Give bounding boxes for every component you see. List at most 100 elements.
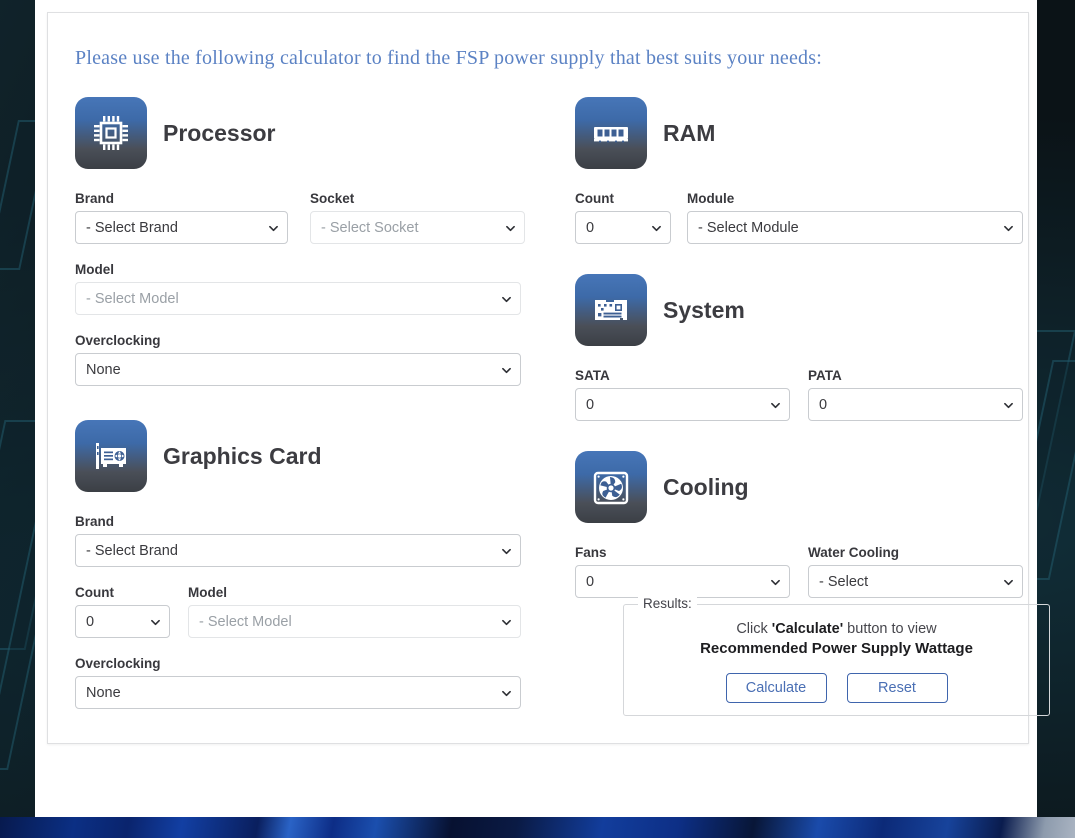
results-panel: Results: Click 'Calculate' button to vie… <box>623 596 1050 716</box>
power-supply-calculator-card: Please use the following calculator to f… <box>47 12 1050 744</box>
graphics-card-model-select[interactable]: - Select Model <box>188 605 521 638</box>
results-line1-strong: 'Calculate' <box>771 621 844 637</box>
results-line1-suffix: button to view <box>843 621 937 637</box>
cooling-water-label: Water Cooling <box>808 545 899 560</box>
processor-socket-label: Socket <box>310 191 355 206</box>
results-legend: Results: <box>638 596 697 611</box>
processor-socket-field: Socket - Select Socket <box>310 191 525 244</box>
ram-module-select[interactable]: - Select Module <box>687 211 1023 244</box>
chevron-down-icon <box>502 295 511 304</box>
memory-stick-icon <box>575 97 647 169</box>
processor-brand-value: - Select Brand <box>86 219 178 236</box>
processor-model-field: Model - Select Model <box>75 262 521 315</box>
chevron-down-icon <box>502 366 511 375</box>
processor-brand-select[interactable]: - Select Brand <box>75 211 288 244</box>
graphics-card-overclocking-label: Overclocking <box>75 656 161 671</box>
processor-overclocking-select[interactable]: None <box>75 353 521 386</box>
system-pata-label: PATA <box>808 368 842 383</box>
chevron-down-icon <box>1004 224 1013 233</box>
chevron-down-icon <box>502 689 511 698</box>
processor-section-header: Processor <box>75 97 535 169</box>
processor-socket-select[interactable]: - Select Socket <box>310 211 525 244</box>
graphics-card-model-value: - Select Model <box>199 613 292 630</box>
graphics-card-section-header: Graphics Card <box>75 420 535 492</box>
graphics-card-count-value: 0 <box>86 613 95 630</box>
left-column: Processor Brand - Select Brand Socket - <box>75 97 535 709</box>
chevron-down-icon <box>506 224 515 233</box>
graphics-card-brand-field: Brand - Select Brand <box>75 514 521 567</box>
ram-module-value: - Select Module <box>698 219 799 236</box>
graphics-card-brand-label: Brand <box>75 514 115 529</box>
cooling-fans-value: 0 <box>586 573 595 590</box>
graphics-card-brand-select[interactable]: - Select Brand <box>75 534 521 567</box>
graphics-card-count-select[interactable]: 0 <box>75 605 170 638</box>
system-section-header: System <box>575 274 1035 346</box>
graphics-card-count-field: Count 0 <box>75 585 170 638</box>
system-sata-label: SATA <box>575 368 610 383</box>
cooling-water-value: - Select <box>819 573 869 590</box>
calculate-button[interactable]: Calculate <box>725 673 827 703</box>
reset-button[interactable]: Reset <box>846 673 948 703</box>
chevron-down-icon <box>771 578 780 587</box>
results-message-line1: Click 'Calculate' button to view <box>624 620 1049 639</box>
chevron-down-icon <box>1004 401 1013 410</box>
results-message-line2: Recommended Power Supply Wattage <box>700 640 973 657</box>
ram-count-value: 0 <box>586 219 595 236</box>
ram-count-label: Count <box>575 191 614 206</box>
cooling-fans-select[interactable]: 0 <box>575 565 790 598</box>
graphics-card-section-title: Graphics Card <box>163 442 322 469</box>
processor-model-value: - Select Model <box>86 290 179 307</box>
graphics-card-icon <box>75 420 147 492</box>
intro-text: Please use the following calculator to f… <box>75 47 822 69</box>
graphics-card-overclocking-field: Overclocking None <box>75 656 521 709</box>
cooling-fans-field: Fans 0 <box>575 545 790 598</box>
cpu-chip-icon <box>75 97 147 169</box>
system-sata-select[interactable]: 0 <box>575 388 790 421</box>
processor-section-title: Processor <box>163 119 276 146</box>
motherboard-icon <box>575 274 647 346</box>
results-line1-prefix: Click <box>736 621 772 637</box>
cooling-fans-label: Fans <box>575 545 607 560</box>
cooling-water-field: Water Cooling - Select <box>808 545 1023 598</box>
cooling-section-title: Cooling <box>663 473 749 500</box>
system-pata-value: 0 <box>819 396 828 413</box>
ram-count-select[interactable]: 0 <box>575 211 671 244</box>
ram-section-header: RAM <box>575 97 1035 169</box>
processor-brand-label: Brand <box>75 191 115 206</box>
graphics-card-model-field: Model - Select Model <box>188 585 521 638</box>
cooling-section-header: Cooling <box>575 451 1035 523</box>
chevron-down-icon <box>502 618 511 627</box>
system-section-title: System <box>663 296 745 323</box>
ram-count-field: Count 0 <box>575 191 671 244</box>
processor-model-select[interactable]: - Select Model <box>75 282 521 315</box>
chevron-down-icon <box>502 547 511 556</box>
results-buttons: Calculate Reset <box>624 673 1049 703</box>
ram-section-title: RAM <box>663 119 716 146</box>
chevron-down-icon <box>652 224 661 233</box>
processor-model-label: Model <box>75 262 114 277</box>
ram-module-field: Module - Select Module <box>687 191 1023 244</box>
results-message: Click 'Calculate' button to view Recomme… <box>624 620 1049 658</box>
processor-overclocking-label: Overclocking <box>75 333 161 348</box>
processor-socket-value: - Select Socket <box>321 219 419 236</box>
processor-overclocking-value: None <box>86 361 121 378</box>
chevron-down-icon <box>269 224 278 233</box>
processor-overclocking-field: Overclocking None <box>75 333 521 386</box>
ram-module-label: Module <box>687 191 735 206</box>
processor-brand-field: Brand - Select Brand <box>75 191 288 244</box>
system-pata-select[interactable]: 0 <box>808 388 1023 421</box>
graphics-card-model-label: Model <box>188 585 227 600</box>
fan-icon <box>575 451 647 523</box>
chevron-down-icon <box>771 401 780 410</box>
system-sata-value: 0 <box>586 396 595 413</box>
cooling-water-select[interactable]: - Select <box>808 565 1023 598</box>
system-sata-field: SATA 0 <box>575 368 790 421</box>
chevron-down-icon <box>151 618 160 627</box>
system-pata-field: PATA 0 <box>808 368 1023 421</box>
graphics-card-overclocking-value: None <box>86 684 121 701</box>
chevron-down-icon <box>1004 578 1013 587</box>
desktop-wallpaper-strip <box>0 817 1075 838</box>
graphics-card-brand-value: - Select Brand <box>86 542 178 559</box>
graphics-card-overclocking-select[interactable]: None <box>75 676 521 709</box>
browser-page: Please use the following calculator to f… <box>35 0 1050 817</box>
